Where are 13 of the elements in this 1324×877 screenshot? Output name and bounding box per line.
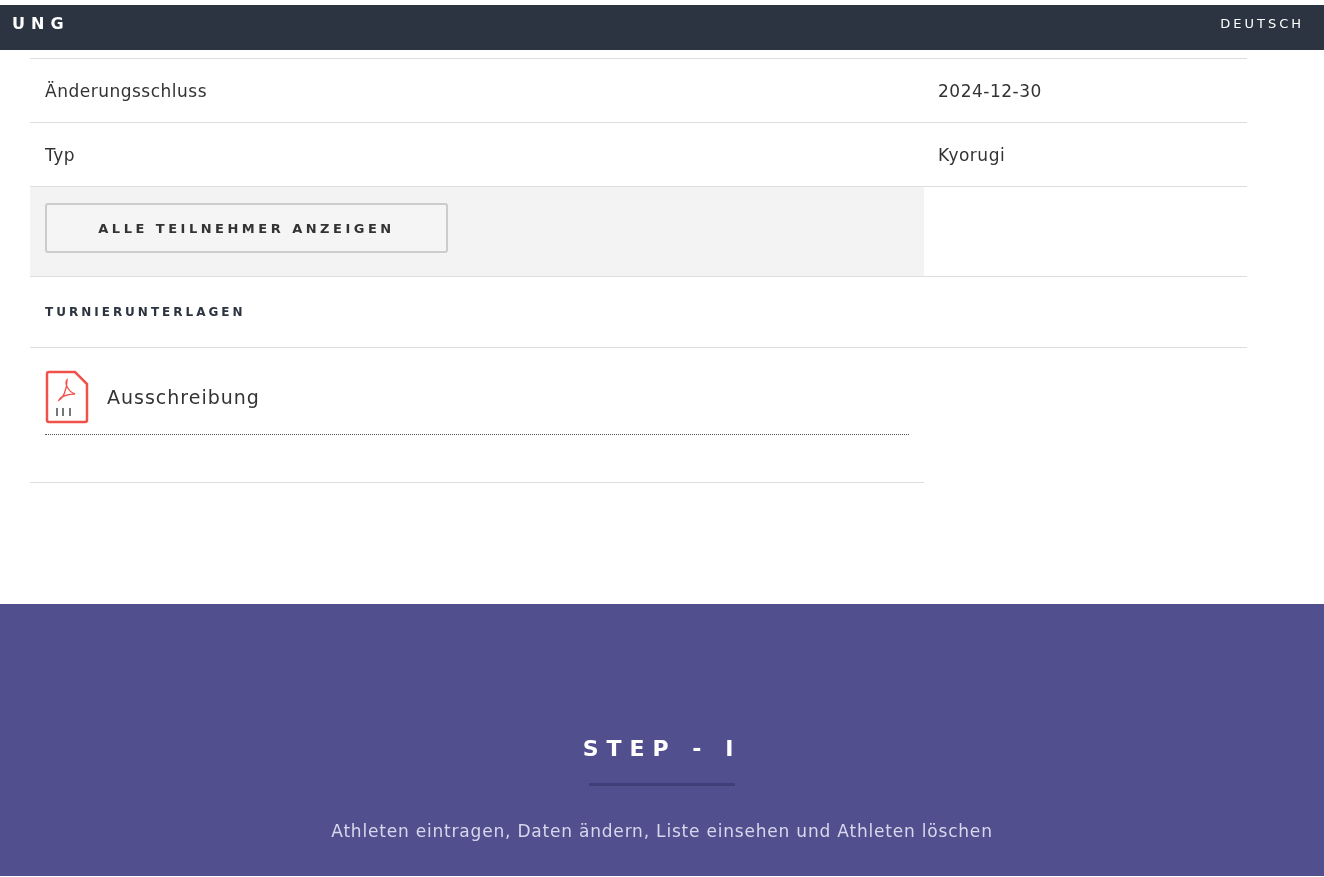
document-link[interactable]: Ausschreibung [45, 370, 909, 435]
step-description: Athleten eintragen, Daten ändern, Liste einsehen und Athleten löschen [331, 821, 993, 841]
detail-value: Kyorugi [938, 144, 1006, 165]
step-title: STEP - I [582, 736, 742, 761]
page-title: UNG [12, 14, 70, 33]
pdf-file-icon [45, 370, 89, 424]
document-name[interactable]: Ausschreibung [107, 386, 260, 408]
section-heading: TURNIERUNTERLAGEN [45, 305, 246, 319]
language-link[interactable]: DEUTSCH [1220, 16, 1304, 31]
detail-value: 2024-12-30 [938, 80, 1042, 101]
show-participants-button[interactable]: ALLE TEILNEHMER ANZEIGEN [45, 203, 448, 253]
detail-label: Typ [44, 144, 77, 165]
detail-label: Änderungsschluss [44, 80, 209, 101]
